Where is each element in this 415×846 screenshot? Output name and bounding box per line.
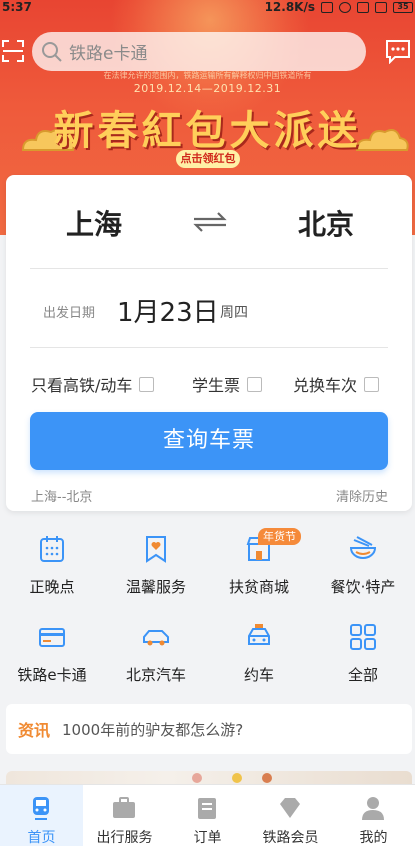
heart-bookmark-icon bbox=[146, 536, 166, 563]
grid-icon bbox=[350, 624, 376, 650]
service-caring[interactable]: 温馨服务 bbox=[104, 520, 208, 600]
option-label: 兑换车次 bbox=[293, 376, 358, 395]
status-icons: 12.8K/s 35 bbox=[265, 0, 413, 14]
scan-icon[interactable] bbox=[2, 40, 24, 62]
status-time: 5:37 bbox=[2, 0, 32, 14]
search-placeholder: 铁路e卡通 bbox=[69, 44, 148, 64]
date-label: 出发日期 bbox=[43, 306, 96, 321]
option-high-speed-only[interactable]: 只看高铁/动车 bbox=[31, 372, 155, 396]
option-exchange-train[interactable]: 兑换车次 bbox=[293, 372, 380, 396]
option-label: 学生票 bbox=[192, 376, 241, 395]
service-label: 餐饮·特产 bbox=[330, 578, 396, 596]
service-grid: 正晚点 温馨服务 扶贫商城 餐饮·特产 铁路e卡通 北京汽车 约车 全部 bbox=[0, 520, 415, 694]
search-bar[interactable]: 铁路e卡通 bbox=[32, 32, 366, 71]
search-icon bbox=[42, 41, 62, 62]
tab-membership[interactable]: 铁路会员 bbox=[249, 785, 332, 846]
checkbox[interactable] bbox=[364, 376, 380, 392]
ticket-search-card: 上海 北京 出发日期 1月23日 周四 只看高铁/动车 学生票 兑换车次 查询车… bbox=[6, 175, 412, 511]
banner-cta-button[interactable]: 点击领红包 bbox=[176, 150, 240, 168]
decoration bbox=[262, 773, 272, 783]
arrival-city[interactable]: 北京 bbox=[298, 203, 354, 243]
mute-icon bbox=[321, 1, 333, 13]
decoration bbox=[192, 773, 202, 783]
news-headline[interactable]: 1000年前的驴友都怎么游? bbox=[62, 719, 243, 740]
service-food[interactable]: 餐饮·特产 bbox=[311, 520, 415, 600]
content-card-peek bbox=[6, 771, 412, 785]
alarm-icon bbox=[339, 1, 351, 13]
signal-icon bbox=[375, 1, 387, 13]
bottom-tab-bar: 首页 出行服务 订单 铁路会员 我的 bbox=[0, 784, 415, 846]
service-ride[interactable]: 约车 bbox=[207, 608, 311, 688]
swap-cities-icon[interactable] bbox=[190, 207, 230, 237]
checkbox[interactable] bbox=[247, 376, 263, 392]
departure-city[interactable]: 上海 bbox=[66, 203, 122, 243]
message-icon[interactable] bbox=[385, 38, 411, 64]
decoration bbox=[232, 773, 242, 783]
user-icon bbox=[362, 797, 384, 820]
service-label: 正晚点 bbox=[29, 578, 75, 596]
service-e-card[interactable]: 铁路e卡通 bbox=[0, 608, 104, 688]
news-bar[interactable]: 资讯 1000年前的驴友都怎么游? bbox=[6, 704, 412, 754]
service-label: 铁路e卡通 bbox=[17, 666, 87, 684]
briefcase-icon bbox=[113, 797, 135, 818]
service-delay-status[interactable]: 正晚点 bbox=[0, 520, 104, 600]
battery-icon: 35 bbox=[393, 1, 413, 13]
tab-label: 首页 bbox=[27, 830, 56, 846]
car-icon bbox=[143, 630, 169, 646]
tab-label: 我的 bbox=[359, 830, 388, 846]
clear-history-button[interactable]: 清除历史 bbox=[336, 486, 388, 505]
train-icon bbox=[33, 797, 49, 820]
diamond-icon bbox=[280, 798, 300, 818]
tab-orders[interactable]: 订单 bbox=[166, 785, 249, 846]
banner-headline: 新春紅包大派送 bbox=[53, 107, 362, 154]
status-bar: 5:37 12.8K/s 35 bbox=[0, 0, 415, 16]
service-label: 北京汽车 bbox=[125, 666, 186, 684]
tab-home[interactable]: 首页 bbox=[0, 785, 83, 846]
calendar-icon bbox=[40, 536, 64, 562]
option-label: 只看高铁/动车 bbox=[31, 376, 133, 395]
service-label: 扶贫商城 bbox=[228, 578, 289, 596]
tab-label: 订单 bbox=[193, 830, 222, 846]
search-history-item[interactable]: 上海--北京 bbox=[31, 486, 92, 505]
divider bbox=[30, 347, 388, 348]
banner-dates: 2019.12.14—2019.12.31 bbox=[133, 82, 282, 95]
tab-profile[interactable]: 我的 bbox=[332, 785, 415, 846]
festival-tag: 年货节 bbox=[258, 528, 301, 545]
news-badge: 资讯 bbox=[18, 721, 51, 740]
order-icon bbox=[198, 798, 216, 819]
tab-label: 铁路会员 bbox=[262, 830, 319, 846]
taxi-icon bbox=[248, 624, 270, 645]
service-label: 温馨服务 bbox=[125, 578, 186, 596]
network-speed: 12.8K/s bbox=[264, 0, 315, 14]
service-beijing-auto[interactable]: 北京汽车 bbox=[104, 608, 208, 688]
service-label: 约车 bbox=[243, 666, 274, 684]
divider bbox=[30, 268, 388, 269]
noodle-bowl-icon bbox=[349, 536, 377, 559]
departure-date[interactable]: 1月23日 bbox=[117, 292, 219, 329]
tab-label: 出行服务 bbox=[96, 830, 153, 846]
service-label: 全部 bbox=[347, 666, 378, 684]
option-student-ticket[interactable]: 学生票 bbox=[192, 372, 263, 396]
banner-fineprint: 在法律允许的范围内，铁路运输所有解释权归中国铁道所有 bbox=[103, 71, 312, 80]
tab-travel-services[interactable]: 出行服务 bbox=[83, 785, 166, 846]
checkbox[interactable] bbox=[139, 376, 155, 392]
query-tickets-button[interactable]: 查询车票 bbox=[30, 412, 388, 470]
service-all[interactable]: 全部 bbox=[311, 608, 415, 688]
weekday: 周四 bbox=[220, 305, 248, 321]
card-icon bbox=[39, 628, 65, 647]
hd-icon bbox=[357, 1, 369, 13]
